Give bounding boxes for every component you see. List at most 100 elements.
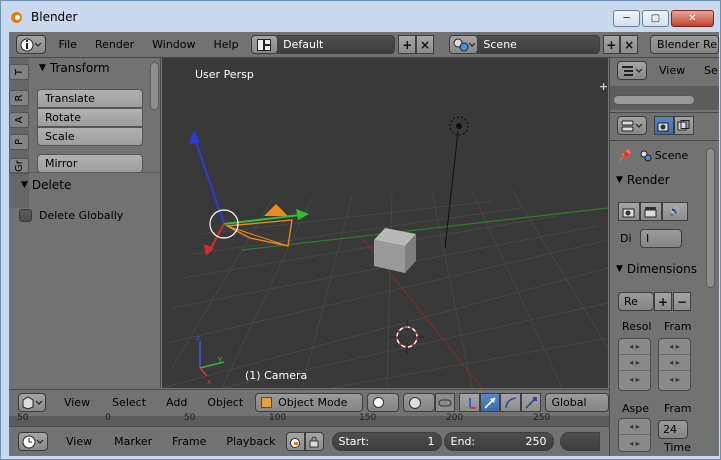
outliner-editor-type-button[interactable] (617, 61, 647, 80)
outliner-scrollbar[interactable] (613, 95, 695, 105)
add-scene-button[interactable]: + (602, 35, 621, 54)
menu-add[interactable]: Add (158, 396, 195, 409)
outliner-list[interactable] (610, 86, 719, 110)
resolution-y-field[interactable]: ◂ ▸ (619, 355, 650, 371)
properties-editor-type-button[interactable] (617, 116, 647, 135)
tab-tools[interactable]: T (9, 64, 29, 80)
layout-icon (257, 38, 272, 51)
render-audio-button[interactable]: 🔊 (662, 202, 688, 221)
start-frame-field[interactable]: Start: 1 (331, 432, 442, 451)
3d-view-editor-type-button[interactable] (18, 393, 46, 412)
viewport-add-region[interactable]: + (599, 80, 608, 93)
render-animation-button[interactable] (640, 202, 662, 221)
delete-panel-header[interactable]: ▼ Delete (21, 178, 71, 192)
frame-end-field[interactable]: ◂ ▸ (659, 355, 690, 371)
info-editor-type-button[interactable] (16, 35, 46, 54)
mirror-button[interactable]: Mirror (37, 154, 143, 173)
render-engine-dropdown[interactable]: Blender Re (650, 35, 719, 54)
frame-rate-dropdown[interactable]: 24 (658, 420, 688, 439)
collapse-triangle-icon: ▼ (39, 63, 46, 73)
delete-globally-checkbox[interactable] (19, 209, 32, 222)
snap-scene-button[interactable] (434, 393, 456, 412)
scale-button[interactable]: Scale (37, 127, 143, 146)
translate-button[interactable]: Translate (37, 89, 143, 108)
menu-render[interactable]: Render (87, 38, 142, 51)
current-frame-field[interactable] (559, 432, 600, 451)
time-stretching-label: Time (664, 441, 691, 454)
rotate-arc-icon (504, 396, 516, 408)
rotate-button[interactable]: Rotate (37, 108, 143, 127)
frame-range-fields[interactable]: ◂ ▸ ◂ ▸ ◂ ▸ (658, 338, 691, 391)
aspect-x-field[interactable]: ◂ ▸ (619, 419, 650, 435)
blender-workspace: File Render Window Help Default + × Scen… (9, 32, 719, 456)
transform-panel-header[interactable]: ▼ Transform (39, 61, 110, 75)
lamp-center (456, 123, 462, 129)
add-layout-button[interactable]: + (398, 35, 417, 54)
preview-range-button[interactable] (285, 432, 305, 451)
lock-range-button[interactable] (304, 432, 324, 451)
dimensions-panel-header[interactable]: ▼ Dimensions (616, 262, 719, 276)
end-frame-field[interactable]: End: 250 (443, 432, 554, 451)
frame-start-field[interactable]: ◂ ▸ (659, 339, 690, 355)
minimize-button[interactable]: ─ (613, 10, 640, 27)
render-panel-header[interactable]: ▼ Render (616, 173, 719, 187)
menu-marker[interactable]: Marker (106, 435, 160, 448)
tool-shelf-scrollbar[interactable] (150, 62, 159, 110)
scene-name-field[interactable]: Scene (477, 35, 600, 54)
rotate-manipulator-button[interactable] (500, 393, 521, 412)
outliner-menu-search[interactable]: Se (704, 64, 718, 77)
render-presets-dropdown[interactable]: Re (618, 292, 654, 311)
timeline-ruler[interactable]: 50 0 50 100 150 200 250 (9, 413, 609, 426)
timeline-editor-type-button[interactable] (18, 432, 48, 451)
resolution-x-field[interactable]: ◂ ▸ (619, 339, 650, 355)
transform-orientation-dropdown[interactable]: Global (545, 393, 610, 412)
cube-object[interactable] (374, 228, 416, 273)
layout-name-field[interactable]: Default (277, 35, 396, 54)
menu-frame[interactable]: Frame (164, 435, 214, 448)
outliner-menu-view[interactable]: View (659, 64, 685, 77)
remove-scene-button[interactable]: × (620, 35, 639, 54)
menu-playback[interactable]: Playback (218, 435, 283, 448)
tab-animation[interactable]: A (9, 112, 29, 128)
viewport-shading-dropdown[interactable] (366, 393, 399, 412)
menu-view[interactable]: View (56, 396, 98, 409)
end-frame-label: End: (450, 435, 476, 448)
frame-step-field[interactable]: ◂ ▸ (659, 371, 690, 387)
close-button[interactable]: ✕ (671, 10, 714, 27)
scale-manipulator-button[interactable] (520, 393, 542, 412)
mode-dropdown[interactable]: Object Mode (255, 393, 363, 412)
menu-select[interactable]: Select (104, 396, 154, 409)
translate-manipulator-button[interactable] (479, 393, 501, 412)
manipulator-toggle-button[interactable] (459, 393, 480, 412)
menu-file[interactable]: File (51, 38, 85, 51)
ruler-tick: 100 (269, 413, 287, 423)
tab-relations[interactable]: R (9, 90, 29, 106)
right-editors: View Se 📌 Scene ▼ Render 🔊 Di I ▼ Dimens… (609, 58, 719, 456)
properties-scrollbar[interactable] (706, 148, 715, 288)
tab-physics[interactable]: P (9, 134, 29, 150)
menu-object[interactable]: Object (199, 396, 251, 409)
layout-browse-button[interactable] (250, 35, 279, 54)
render-layers-tab[interactable] (674, 116, 694, 135)
menu-help[interactable]: Help (206, 38, 247, 51)
resolution-fields[interactable]: ◂ ▸ ◂ ▸ ◂ ▸ (618, 338, 651, 391)
timeline-header: View Marker Frame Playback Start: 1 End:… (9, 426, 609, 456)
aspect-fields[interactable]: ◂ ▸ ◂ ▸ (618, 418, 651, 452)
3d-viewport[interactable]: z y x User Persp (1) Camera + (162, 58, 608, 388)
render-context-tab[interactable] (654, 116, 674, 135)
pivot-point-dropdown[interactable] (402, 393, 435, 412)
start-frame-label: Start: (338, 435, 370, 448)
maximize-button[interactable]: ▢ (642, 10, 669, 27)
svg-text:z: z (196, 334, 200, 342)
render-still-button[interactable] (618, 202, 640, 221)
add-preset-button[interactable]: + (654, 292, 672, 311)
pin-icon[interactable]: 📌 (618, 149, 632, 162)
display-dropdown[interactable]: I (640, 229, 682, 248)
menu-window[interactable]: Window (144, 38, 203, 51)
remove-preset-button[interactable]: − (673, 292, 691, 311)
remove-layout-button[interactable]: × (416, 35, 434, 54)
resolution-percentage-field[interactable]: ◂ ▸ (619, 371, 650, 387)
aspect-y-field[interactable]: ◂ ▸ (619, 435, 650, 451)
menu-timeline-view[interactable]: View (58, 435, 100, 448)
scene-browse-button[interactable] (448, 35, 479, 54)
